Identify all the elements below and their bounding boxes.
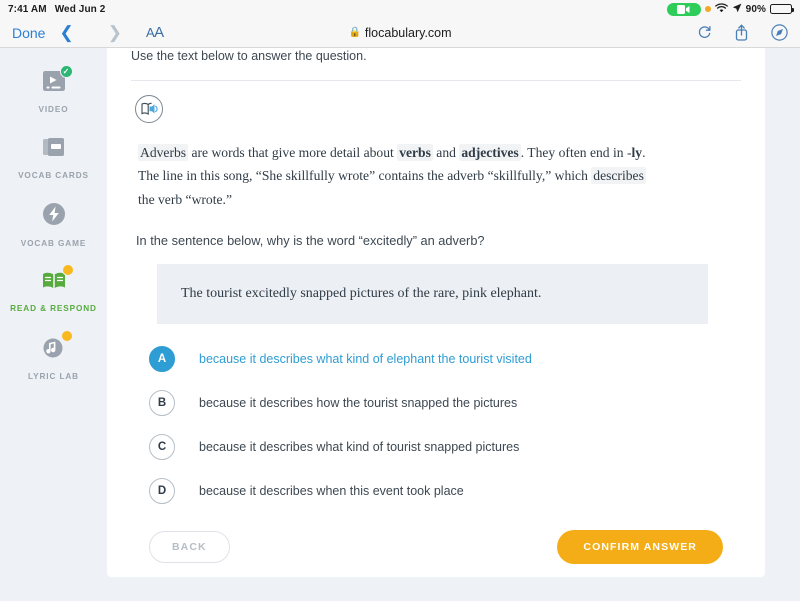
answer-option-d[interactable]: D because it describes when this event t…: [149, 478, 741, 505]
battery-percent: 90%: [745, 3, 766, 15]
read-aloud-icon[interactable]: [135, 95, 163, 123]
completed-badge-icon: ✓: [59, 65, 73, 78]
option-letter: D: [149, 478, 175, 505]
reload-icon[interactable]: [697, 25, 712, 40]
lesson-card: Use the text below to answer the questio…: [107, 48, 765, 577]
back-button[interactable]: BACK: [149, 531, 230, 564]
compass-icon[interactable]: [771, 24, 788, 41]
video-recording-indicator: [666, 2, 701, 16]
option-text: because it describes what kind of elepha…: [199, 352, 532, 367]
passage-part: describes: [591, 167, 646, 185]
question-text: In the sentence below, why is the word “…: [136, 233, 485, 249]
music-note-icon: [41, 330, 73, 365]
text-size-button[interactable]: AA: [146, 24, 164, 41]
sidebar-item-label: VOCAB CARDS: [18, 170, 89, 180]
status-bar: 7:41 AM Wed Jun 2 90%: [0, 0, 800, 18]
passage-part: adjectives: [459, 144, 521, 161]
done-button[interactable]: Done: [12, 25, 45, 41]
sidebar-item-label: LYRIC LAB: [27, 372, 79, 382]
lightning-bolt-icon: [41, 201, 67, 232]
sidebar-item-label: VOCAB GAME: [20, 238, 87, 248]
sidebar-item-vocab-game[interactable]: VOCAB GAME: [0, 192, 107, 260]
url-text: flocabulary.com: [364, 25, 452, 40]
microphone-in-use-dot: [704, 6, 711, 12]
status-time: 7:41 AM: [8, 3, 47, 15]
card-footer: BACK CONFIRM ANSWER: [149, 530, 723, 565]
address-bar[interactable]: 🔒 flocabulary.com: [348, 26, 451, 40]
option-letter: B: [149, 390, 175, 417]
passage-part: verbs: [397, 144, 433, 161]
lesson-sidebar: ✓ VIDEO VOCAB CARDS VOCAB GAME READ & RE…: [0, 48, 107, 601]
answer-option-c[interactable]: C because it describes what kind of tour…: [149, 434, 741, 461]
option-text: because it describes how the tourist sna…: [199, 396, 518, 411]
confirm-answer-button[interactable]: CONFIRM ANSWER: [557, 530, 723, 565]
passage-part: the verb “wrote.”: [138, 191, 232, 207]
app-body: ✓ VIDEO VOCAB CARDS VOCAB GAME READ & RE…: [0, 48, 800, 601]
passage-part: Adverbs: [138, 144, 189, 161]
sidebar-item-vocab-cards[interactable]: VOCAB CARDS: [0, 126, 107, 192]
instruction-text: Use the text below to answer the questio…: [131, 49, 367, 63]
location-arrow-icon: [732, 3, 742, 16]
passage-text: Adverbs are words that give more detail …: [138, 141, 646, 211]
open-book-icon: [40, 264, 74, 297]
share-icon[interactable]: [734, 24, 749, 41]
passage-part: are words that give more detail about: [188, 145, 398, 160]
option-text: because it describes when this event too…: [199, 484, 464, 499]
answer-option-b[interactable]: B because it describes how the tourist s…: [149, 390, 741, 417]
lock-icon: 🔒: [348, 27, 361, 38]
new-activity-badge-icon: [61, 264, 74, 277]
option-letter: C: [149, 434, 175, 461]
option-text: because it describes what kind of touris…: [199, 440, 520, 455]
passage-part: . They often end in -: [520, 145, 632, 160]
sidebar-item-read-and-respond[interactable]: READ & RESPOND: [0, 259, 107, 325]
battery-icon: [770, 4, 794, 14]
passage-part: ly: [631, 145, 643, 160]
right-rail: [765, 48, 800, 601]
new-activity-badge-icon: [60, 330, 73, 343]
sidebar-item-label: VIDEO: [38, 105, 69, 114]
sidebar-item-video[interactable]: ✓ VIDEO: [0, 60, 107, 126]
answer-options: A because it describes what kind of elep…: [149, 346, 741, 505]
sidebar-item-label: READ & RESPOND: [10, 304, 97, 314]
answer-option-a[interactable]: A because it describes what kind of elep…: [149, 346, 741, 373]
divider: [131, 80, 741, 81]
sentence-box: The tourist excitedly snapped pictures o…: [157, 264, 708, 325]
chevron-left-icon[interactable]: ❮: [59, 24, 73, 41]
browser-toolbar: Done ❮ ❯ AA 🔒 flocabulary.com: [0, 18, 800, 48]
status-date: Wed Jun 2: [54, 3, 106, 15]
passage-part: and: [432, 145, 460, 160]
video-icon: ✓: [41, 65, 73, 98]
option-letter: A: [149, 346, 175, 373]
wifi-icon: [714, 2, 728, 16]
sidebar-item-lyric-lab[interactable]: LYRIC LAB: [0, 325, 107, 393]
chevron-right-icon: ❯: [107, 23, 122, 42]
vocab-cards-icon: [40, 135, 68, 164]
